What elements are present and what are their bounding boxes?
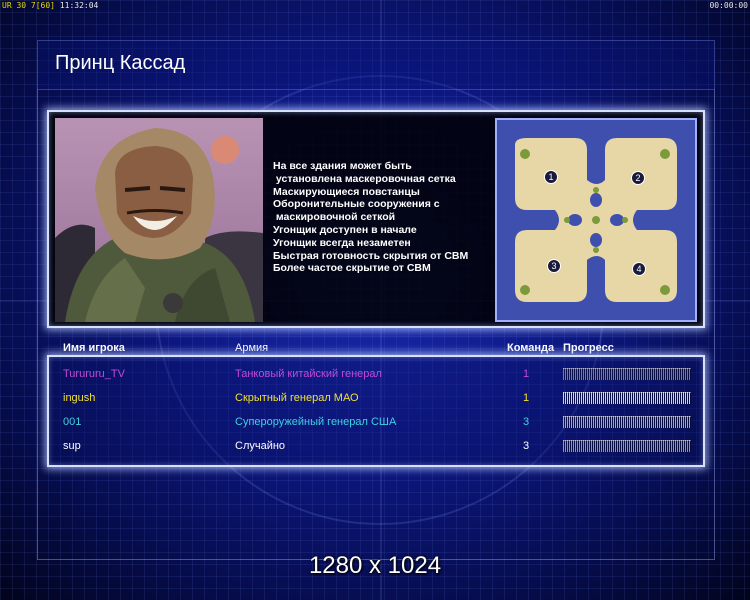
description-line: На все здания может быть <box>273 160 412 172</box>
header-player-name: Имя игрока <box>63 342 125 354</box>
topbar-prefix: UR 30 7 <box>2 1 36 10</box>
army-name: Супероружейный генерал США <box>235 416 397 428</box>
portrait-image <box>55 118 263 322</box>
description-line: Быстрая готовность скрытия от СВМ <box>273 249 469 262</box>
army-name: Случайно <box>235 440 286 452</box>
progress-bar <box>563 368 691 380</box>
player-name: Turururu_TV <box>63 368 125 380</box>
table-row: Turururu_TV Танковый китайский генерал 1 <box>0 367 750 391</box>
team-number: 3 <box>523 416 530 428</box>
general-portrait <box>55 118 263 322</box>
description-line: Оборонительные сооружения с <box>273 198 440 211</box>
team-number: 1 <box>523 392 530 404</box>
start-position-2: 2 <box>631 171 645 185</box>
description-line: Угонщик доступен в начале <box>273 223 417 236</box>
team-number: 1 <box>523 368 530 380</box>
start-position-4: 4 <box>632 262 646 276</box>
topbar-bracket: [60] <box>35 1 55 10</box>
description-line: Маскирующиеся повстанцы <box>273 185 420 198</box>
resolution-label: 1280 x 1024 <box>308 552 442 579</box>
general-description: На все здания может быть установлена мас… <box>273 160 488 275</box>
header-progress: Прогресс <box>563 342 614 354</box>
topbar-timer: 00:00:00 <box>709 1 748 10</box>
topbar-clock: 11:32:04 <box>59 1 99 10</box>
army-name: Танковый китайский генерал <box>235 368 382 380</box>
description-line: маскировочной сеткой <box>273 211 396 224</box>
player-name: sup <box>63 440 81 452</box>
player-name: 001 <box>63 416 82 428</box>
debug-topbar: UR 30 7[60] 11:32:04 00:00:00 <box>0 0 750 11</box>
description-line: установлена маскеровочная сетка <box>273 172 456 185</box>
army-name: Скрытный генерал МАО <box>235 392 359 404</box>
table-row: sup Случайно 3 <box>0 439 750 463</box>
start-position-3: 3 <box>547 259 561 273</box>
table-row: 001 Супероружейный генерал США 3 <box>0 415 750 439</box>
page-title: Принц Кассад <box>55 52 186 74</box>
header-team: Команда <box>507 342 555 354</box>
table-row: ingush Скрытный генерал МАО 1 <box>0 391 750 415</box>
minimap: 1 2 3 4 <box>495 118 697 322</box>
description-line: Более частое скрытие от СВМ <box>273 262 431 275</box>
start-position-1: 1 <box>544 170 558 184</box>
description-line: Угонщик всегда незаметен <box>273 236 411 249</box>
progress-bar <box>563 440 691 452</box>
player-name: ingush <box>63 392 96 404</box>
header-army: Армия <box>235 342 269 354</box>
team-number: 3 <box>523 440 530 452</box>
progress-bar <box>563 392 691 404</box>
minimap-image <box>497 120 695 320</box>
topbar-left: UR 30 7[60] 11:32:04 <box>2 0 98 11</box>
progress-bar <box>563 416 691 428</box>
